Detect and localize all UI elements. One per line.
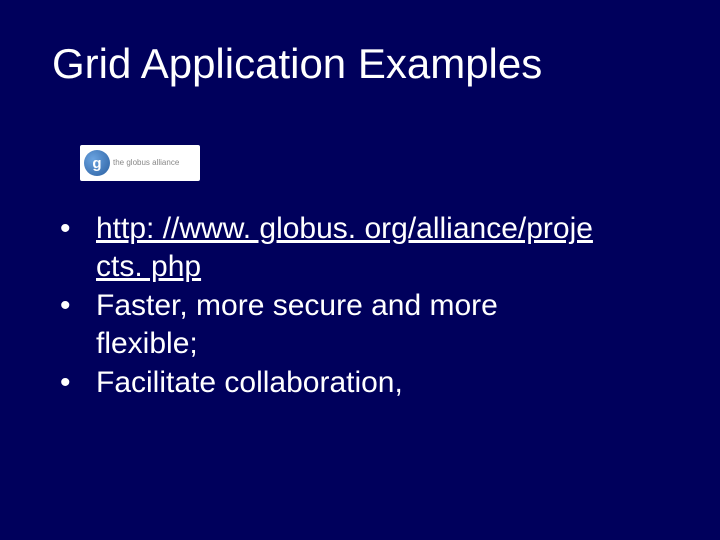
bullet-marker: • [60, 210, 96, 285]
slide: Grid Application Examples g the globus a… [0, 0, 720, 540]
globus-logo: g the globus alliance [80, 145, 200, 181]
globus-logo-icon: g [84, 150, 110, 176]
bullet-item: • Facilitate collaboration, [60, 364, 680, 402]
bullet-text: Faster, more secure and moreflexible; [96, 287, 680, 362]
globus-logo-text: the globus alliance [113, 159, 179, 167]
bullet-marker: • [60, 287, 96, 362]
link-globus-projects[interactable]: http: //www. globus. org/alliance/projec… [96, 212, 593, 283]
bullet-text: Facilitate collaboration, [96, 364, 680, 402]
bullet-body: http: //www. globus. org/alliance/projec… [96, 210, 680, 285]
bullet-item: • http: //www. globus. org/alliance/proj… [60, 210, 680, 285]
bullet-marker: • [60, 364, 96, 402]
bullet-item: • Faster, more secure and moreflexible; [60, 287, 680, 362]
slide-title: Grid Application Examples [52, 40, 542, 88]
bullet-list: • http: //www. globus. org/alliance/proj… [60, 210, 680, 404]
